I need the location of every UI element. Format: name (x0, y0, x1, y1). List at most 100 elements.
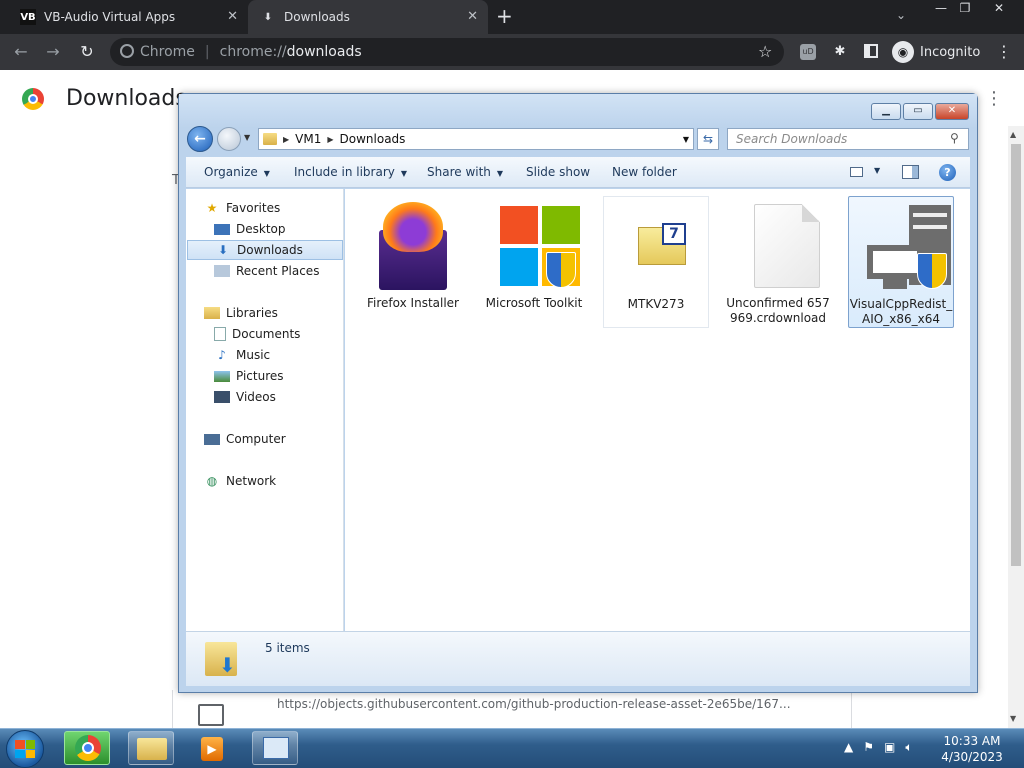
close-tab-icon[interactable]: ✕ (227, 9, 238, 24)
url-scheme: chrome:// (219, 44, 287, 60)
nav-label: Libraries (226, 306, 278, 320)
incognito-profile[interactable]: ◉ Incognito (892, 40, 980, 64)
extensions-puzzle-icon[interactable]: ✱ (832, 44, 848, 60)
file-type-icon (198, 704, 224, 726)
tab-downloads[interactable]: ⬇ Downloads ✕ (248, 0, 488, 34)
include-in-library-menu[interactable]: Include in library ▼ (294, 165, 407, 179)
file-name: Unconfirmed 657969.crdownload (726, 296, 830, 325)
side-panel-icon[interactable] (864, 44, 878, 58)
slide-show-button[interactable]: Slide show (526, 165, 590, 179)
vb-favicon-icon: VB (20, 9, 36, 25)
nav-downloads[interactable]: ⬇ Downloads (187, 240, 343, 260)
explorer-close-button[interactable]: ✕ (935, 103, 969, 120)
ublock-icon[interactable]: uD (800, 44, 816, 60)
nav-videos[interactable]: Videos (214, 387, 334, 407)
breadcrumb-chevron-icon[interactable]: ▶ (283, 135, 289, 144)
nav-libraries[interactable]: Libraries (204, 303, 334, 323)
tab-vb-audio[interactable]: VB VB-Audio Virtual Apps ✕ (8, 0, 248, 34)
file-item-selected[interactable]: VisualCppRedist_AIO_x86_x64 (848, 196, 954, 328)
explorer-titlebar[interactable] (179, 94, 977, 128)
recent-pages-dropdown-icon[interactable]: ▼ (244, 133, 250, 142)
explorer-forward-icon[interactable] (217, 127, 241, 151)
file-item[interactable]: Firefox Installer (360, 196, 466, 328)
breadcrumb-downloads[interactable]: Downloads (340, 132, 406, 146)
show-hidden-icons-icon[interactable]: ▲ (844, 740, 853, 755)
share-with-menu[interactable]: Share with ▼ (427, 165, 503, 179)
incognito-label: Incognito (920, 44, 981, 60)
close-window-icon[interactable]: ✕ (984, 0, 1014, 18)
breadcrumb-chevron-icon[interactable]: ▶ (327, 135, 333, 144)
refresh-icon[interactable]: ⇆ (697, 128, 719, 150)
taskbar-chrome[interactable] (64, 731, 110, 765)
explorer-maximize-button[interactable]: ▭ (903, 103, 933, 120)
action-center-flag-icon[interactable]: ⚑ (863, 740, 874, 755)
file-item[interactable]: Unconfirmed 657969.crdownload (725, 196, 831, 328)
back-icon[interactable]: ← (10, 41, 32, 63)
nav-documents[interactable]: Documents (214, 324, 334, 344)
windows-flag-icon (15, 740, 35, 758)
blank-file-icon (736, 200, 820, 292)
new-tab-icon[interactable]: + (496, 6, 513, 26)
incognito-icon: ◉ (892, 41, 914, 63)
reload-icon[interactable]: ↻ (76, 41, 98, 63)
nav-desktop[interactable]: Desktop (214, 219, 334, 239)
star-icon: ★ (206, 201, 218, 215)
search-input[interactable]: Search Downloads (727, 128, 969, 150)
firefox-icon (371, 200, 455, 292)
taskbar-media-player[interactable]: ▶ (190, 731, 236, 765)
explorer-address-bar[interactable]: ▶ VM1 ▶ Downloads ▼ (258, 128, 694, 150)
file-item[interactable]: 7 MTKV273 (603, 196, 709, 328)
taskbar-control-panel[interactable] (252, 731, 298, 765)
tab-search-icon[interactable]: ⌄ (896, 8, 906, 22)
nav-computer[interactable]: Computer (204, 429, 334, 449)
url-path: downloads (286, 44, 362, 60)
preview-pane-icon[interactable] (902, 165, 919, 179)
nav-label: Pictures (236, 369, 284, 383)
breadcrumb-vm1[interactable]: VM1 (295, 132, 321, 146)
forward-icon[interactable]: → (42, 41, 64, 63)
music-icon: ♪ (218, 348, 226, 362)
address-bar[interactable]: Chrome | chrome://downloads (110, 38, 784, 66)
explorer-minimize-button[interactable]: ▁ (871, 103, 901, 120)
nav-network[interactable]: ◍ Network (204, 471, 334, 491)
downloads-menu-icon[interactable]: ⋮ (985, 88, 1003, 109)
network-icon[interactable]: ▣ (884, 740, 895, 755)
nav-label: Videos (236, 390, 276, 404)
help-icon[interactable]: ? (939, 164, 956, 181)
nav-favorites[interactable]: ★ Favorites (204, 198, 334, 218)
installer-icon (859, 201, 951, 293)
view-dropdown-icon[interactable]: ▼ (874, 166, 880, 175)
include-label: Include in library (294, 165, 395, 179)
organize-label: Organize (204, 165, 258, 179)
chrome-menu-icon[interactable]: ⋮ (996, 42, 1012, 61)
dropdown-caret-icon: ▼ (400, 169, 408, 178)
computer-icon (204, 433, 220, 445)
explorer-back-icon[interactable]: ← (187, 126, 213, 152)
nav-music[interactable]: ♪ Music (214, 345, 334, 365)
close-tab-icon[interactable]: ✕ (467, 9, 478, 24)
restore-window-icon[interactable]: ❐ (950, 0, 980, 18)
scroll-up-icon[interactable]: ▲ (1010, 130, 1016, 139)
download-source-url[interactable]: https://objects.githubusercontent.com/gi… (277, 697, 791, 711)
scroll-down-icon[interactable]: ▼ (1010, 714, 1016, 723)
file-item[interactable]: Microsoft Toolkit (481, 196, 587, 328)
volume-icon[interactable]: 🔈︎ (905, 740, 912, 755)
clock-date: 4/30/2023 (941, 750, 1003, 764)
chrome-icon (75, 735, 101, 761)
taskbar-explorer[interactable] (128, 731, 174, 765)
nav-label: Network (226, 474, 277, 488)
nav-recent-places[interactable]: Recent Places (214, 261, 334, 281)
new-folder-button[interactable]: New folder (612, 165, 677, 179)
control-panel-icon (263, 737, 289, 759)
desktop-icon (214, 223, 230, 235)
chrome-logo-icon (22, 88, 44, 110)
search-icon[interactable]: ⚲ (950, 131, 959, 145)
clock[interactable]: 10:33 AM 4/30/2023 (930, 733, 1014, 765)
nav-label: Music (236, 348, 271, 362)
nav-pictures[interactable]: Pictures (214, 366, 334, 386)
address-dropdown-icon[interactable]: ▼ (683, 135, 689, 144)
organize-menu[interactable]: Organize ▼ (204, 165, 270, 179)
scrollbar-thumb[interactable] (1011, 144, 1021, 566)
change-view-icon[interactable] (850, 167, 863, 177)
bookmark-star-icon[interactable]: ☆ (758, 42, 772, 61)
